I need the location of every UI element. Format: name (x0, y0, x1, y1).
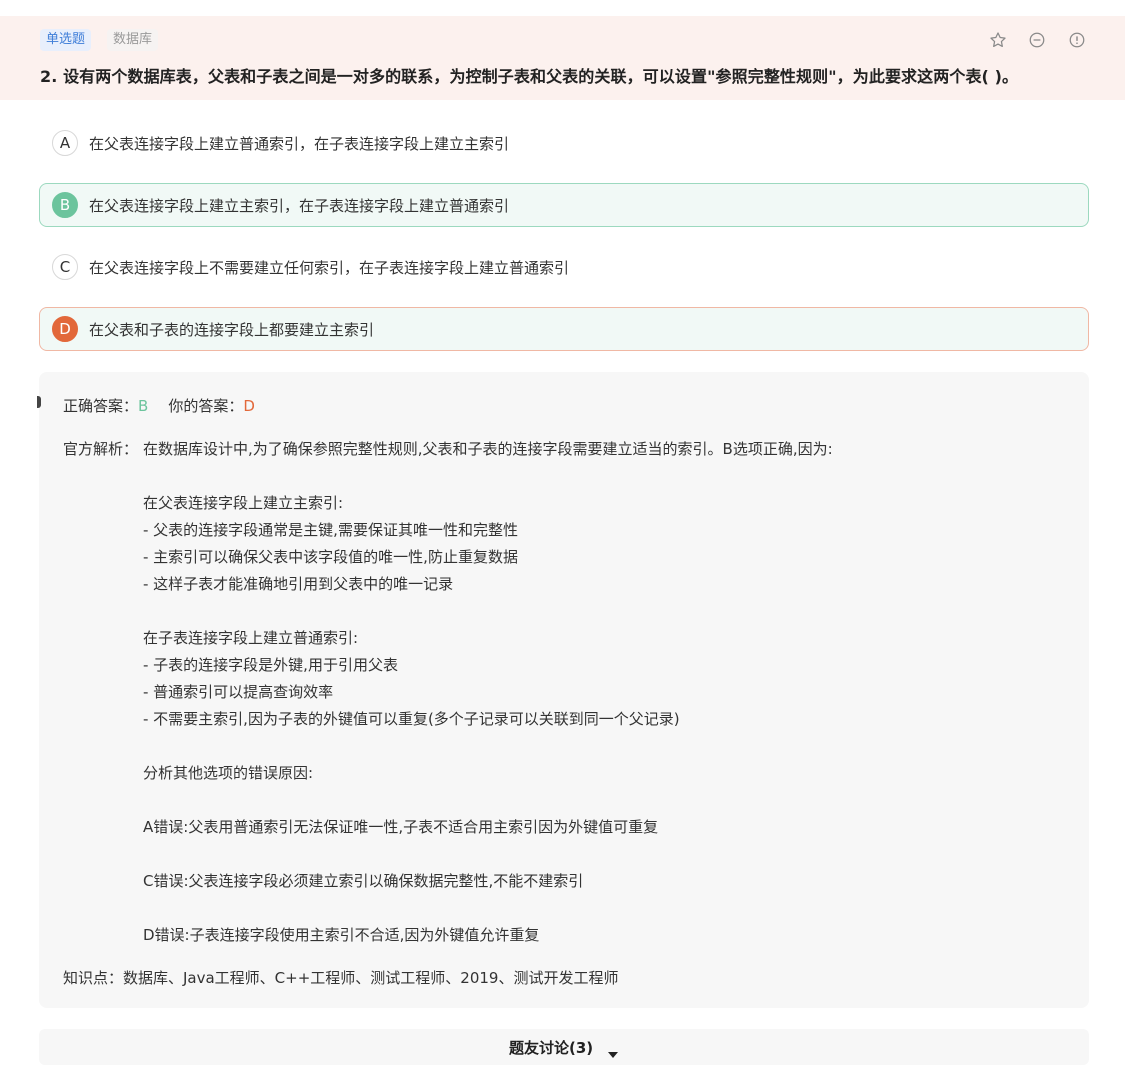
option-letter: C (52, 254, 78, 280)
option-b[interactable]: B 在父表连接字段上建立主索引，在子表连接字段上建立普通索引 (39, 183, 1089, 227)
option-letter: D (52, 316, 78, 342)
minus-circle-icon[interactable] (1028, 31, 1046, 49)
correct-answer-label: 正确答案： (63, 397, 139, 415)
option-letter: A (52, 130, 78, 156)
option-a[interactable]: A 在父表连接字段上建立普通索引，在子表连接字段上建立主索引 (39, 121, 1089, 165)
question-title: 2. 设有两个数据库表，父表和子表之间是一对多的联系，为控制子表和父表的关联，可… (40, 67, 1019, 86)
correct-answer-value: B (138, 397, 149, 415)
explanation-label: 官方解析： (63, 440, 139, 458)
answer-row: 正确答案：B 你的答案：D (63, 395, 255, 416)
explanation-intro: 在数据库设计中,为了确保参照完整性规则,父表和子表的连接字段需要建立适当的索引。… (143, 440, 833, 458)
analysis-panel: 正确答案：B 你的答案：D 官方解析： 在数据库设计中,为了确保参照完整性规则,父… (37, 372, 1089, 1008)
explanation-line: C错误:父表连接字段必须建立索引以确保数据完整性,不能不建索引 (143, 872, 584, 890)
caret-down-icon (607, 1044, 619, 1063)
subject-tag: 数据库 (107, 29, 159, 51)
question-type-tag: 单选题 (40, 29, 92, 51)
explanation-line: 在父表连接字段上建立主索引: (143, 494, 344, 512)
explanation-line: 分析其他选项的错误原因: (143, 764, 314, 782)
option-d[interactable]: D 在父表和子表的连接字段上都要建立主索引 (39, 307, 1089, 351)
explanation-line: D错误:子表连接字段使用主索引不合适,因为外键值允许重复 (143, 926, 540, 944)
star-icon[interactable] (989, 31, 1007, 49)
option-text: 在父表连接字段上不需要建立任何索引，在子表连接字段上建立普通索引 (89, 259, 570, 277)
knowledge-points: 知识点：数据库、Java工程师、C++工程师、测试工程师、2019、测试开发工程… (63, 969, 619, 987)
option-text: 在父表连接字段上建立普通索引，在子表连接字段上建立主索引 (89, 135, 510, 153)
question-header: 单选题 数据库 2. 设有两个数据库表，父表和子表之间是一对多的联系，为控制子表… (0, 16, 1125, 100)
explanation-line: A错误:父表用普通索引无法保证唯一性,子表不适合用主索引因为外键值可重复 (143, 818, 659, 836)
option-c[interactable]: C 在父表连接字段上不需要建立任何索引，在子表连接字段上建立普通索引 (39, 245, 1089, 289)
explanation-line: - 不需要主索引,因为子表的外键值可以重复(多个子记录可以关联到同一个父记录) (143, 710, 680, 728)
explanation-line: - 主索引可以确保父表中该字段值的唯一性,防止重复数据 (143, 548, 518, 566)
info-circle-icon[interactable] (1068, 31, 1086, 49)
discussion-label: 题友讨论(3) (509, 1039, 594, 1057)
explanation-line: - 这样子表才能准确地引用到父表中的唯一记录 (143, 575, 454, 593)
discussion-toggle[interactable]: 题友讨论(3) (39, 1029, 1089, 1065)
your-answer-value: D (243, 397, 255, 415)
your-answer-label: 你的答案： (168, 397, 244, 415)
analysis-marker (37, 396, 41, 408)
option-text: 在父表连接字段上建立主索引，在子表连接字段上建立普通索引 (89, 197, 510, 215)
option-letter: B (52, 192, 78, 218)
explanation-line: - 父表的连接字段通常是主键,需要保证其唯一性和完整性 (143, 521, 518, 539)
explanation-line: - 子表的连接字段是外键,用于引用父表 (143, 656, 398, 674)
explanation-line: - 普通索引可以提高查询效率 (143, 683, 334, 701)
option-text: 在父表和子表的连接字段上都要建立主索引 (89, 321, 375, 339)
explanation-line: 在子表连接字段上建立普通索引: (143, 629, 359, 647)
